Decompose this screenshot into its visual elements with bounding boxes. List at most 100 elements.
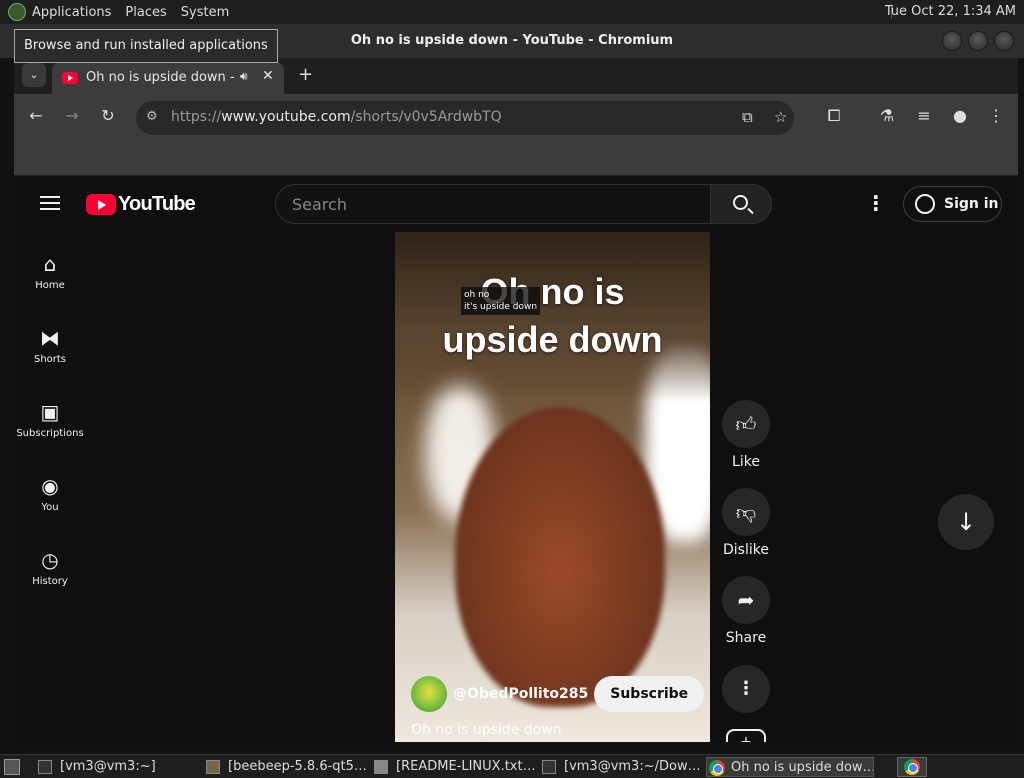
install-app-icon[interactable]: ⧉ [742, 108, 753, 126]
guide-label-subscriptions: Subscriptions [16, 428, 84, 439]
dislike-button[interactable]: 👎︎ Dislike [722, 488, 770, 558]
guide-item-you[interactable]: ◉ You [14, 474, 86, 513]
task-label: [beebeep-5.8.6-qt5… [228, 759, 366, 774]
system-menu[interactable]: System [181, 5, 229, 20]
closed-caption: oh no it's upside down [461, 287, 541, 315]
tray-chromium-launcher[interactable] [897, 757, 927, 777]
share-arrow-icon: ➦ [722, 576, 770, 624]
youtube-wordmark: YouTube [118, 193, 196, 215]
youtube-favicon-icon [62, 72, 78, 84]
forward-icon[interactable]: → [60, 106, 84, 125]
history-icon: ◷ [41, 548, 59, 572]
labs-flask-icon[interactable]: ⚗ [875, 106, 899, 125]
guide-item-subscriptions[interactable]: ▣ Subscriptions [14, 400, 86, 439]
tab-search-button[interactable]: ⌄ [22, 63, 46, 87]
overlay-line-1: Oh no is [480, 271, 625, 312]
new-tab-button[interactable]: + [298, 64, 313, 85]
sign-in-label: Sign in [944, 196, 999, 212]
applications-menu[interactable]: Applications [32, 5, 111, 20]
short-title[interactable]: Oh no is upside down [411, 722, 562, 738]
task-label: [vm3@vm3:~/Dow… [564, 759, 701, 774]
more-actions-icon[interactable]: ⋮ [722, 665, 770, 713]
address-bar[interactable]: ⚙ https://www.youtube.com/shorts/v0v5Ard… [136, 101, 794, 135]
thumbs-down-icon: 👎︎ [722, 488, 770, 536]
reload-icon[interactable]: ↻ [96, 106, 120, 125]
close-window-button[interactable] [994, 31, 1014, 51]
toolbar-spacer [14, 142, 1018, 176]
youtube-logo[interactable]: YouTube [86, 193, 196, 216]
caption-line-1: oh no [464, 290, 490, 300]
sign-in-button[interactable]: Sign in [903, 186, 1002, 222]
guide-label-shorts: Shorts [33, 354, 67, 365]
places-menu[interactable]: Places [125, 5, 166, 20]
subscriptions-icon: ▣ [40, 400, 60, 424]
youtube-play-logo-icon [86, 194, 116, 215]
task-label: [vm3@vm3:~] [60, 759, 156, 774]
tab-strip: ⌄ Oh no is upside down - YouTube 🔊︎ ✕ + [14, 58, 1018, 94]
minimize-button[interactable] [942, 31, 962, 51]
guide-label-home: Home [35, 280, 65, 291]
task-terminal-2[interactable]: [vm3@vm3:~/Dow… [540, 757, 702, 777]
like-button[interactable]: 👍︎ Like [722, 400, 770, 470]
remix-icon[interactable]: + [726, 729, 766, 742]
extensions-icon[interactable]: ⧠ [822, 106, 846, 126]
guide-label-you: You [41, 502, 59, 513]
url-scheme: https:// [171, 109, 222, 125]
subscribe-button[interactable]: Subscribe [594, 676, 705, 712]
guide-item-home[interactable]: ⌂ Home [14, 252, 86, 291]
applications-tooltip: Browse and run installed applications [14, 29, 278, 63]
caption-line-2: it's upside down [464, 302, 538, 312]
search-placeholder: Search [292, 195, 347, 214]
chrome-menu-icon[interactable]: ⋮ [984, 106, 1008, 125]
maximize-button[interactable] [968, 31, 988, 51]
search-input[interactable]: Search [275, 184, 711, 224]
share-button[interactable]: ➦ Share [722, 576, 770, 646]
settings-kebab-icon[interactable]: · · · [872, 187, 880, 219]
terminal-icon [542, 760, 556, 774]
channel-row: @ObedPollito285 Subscribe [411, 676, 705, 712]
guide-label-history: History [32, 576, 68, 587]
thumbs-up-icon: 👍︎ [722, 400, 770, 448]
account-circle-icon [915, 194, 935, 214]
tab-title: Oh no is upside down - YouTube [86, 70, 234, 85]
task-chromium[interactable]: Oh no is upside dow… [706, 757, 874, 777]
close-tab-icon[interactable]: ✕ [262, 68, 274, 84]
show-desktop-icon[interactable] [4, 759, 20, 775]
guide-menu-icon[interactable] [40, 196, 60, 210]
site-info-icon[interactable]: ⚙ [146, 109, 158, 124]
profile-icon[interactable]: ● [948, 106, 972, 125]
panel-clock[interactable]: Tue Oct 22, 1:34 AM [885, 4, 1016, 19]
share-label: Share [725, 630, 767, 646]
guide-item-shorts[interactable]: ⧓ Shorts [14, 326, 86, 365]
chromium-icon [709, 760, 725, 776]
channel-avatar[interactable] [411, 676, 447, 712]
task-text-editor[interactable]: [README-LINUX.txt… [372, 757, 536, 777]
task-file-manager[interactable]: [beebeep-5.8.6-qt5… [204, 757, 366, 777]
next-short-icon[interactable]: ↓ [938, 494, 994, 550]
shorts-icon: ⧓ [40, 326, 60, 350]
video-frame-subject [455, 407, 665, 707]
shorts-video-player[interactable]: Oh no is upside down oh no it's upside d… [395, 232, 710, 742]
task-terminal-1[interactable]: [vm3@vm3:~] [36, 757, 196, 777]
home-icon: ⌂ [43, 252, 57, 276]
youtube-masthead: YouTube Search · · · Sign in [14, 176, 1018, 232]
folder-icon [206, 760, 220, 774]
bookmark-star-icon[interactable]: ☆ [774, 108, 787, 126]
speaker-icon[interactable]: 🔊︎ [240, 69, 248, 84]
chromium-icon [904, 759, 920, 775]
bottom-taskbar: [vm3@vm3:~] [beebeep-5.8.6-qt5… [README-… [0, 754, 1024, 778]
media-controls-icon[interactable]: ≡ [912, 106, 936, 125]
tab-youtube-short[interactable]: Oh no is upside down - YouTube 🔊︎ ✕ [52, 62, 284, 94]
video-overlay-text: Oh no is upside down [395, 268, 710, 364]
browser-toolbar: ← → ↻ ⚙ https://www.youtube.com/shorts/v… [14, 94, 1018, 142]
distro-logo-icon[interactable] [8, 3, 26, 21]
url-host: www.youtube.com [221, 109, 351, 125]
guide-item-history[interactable]: ◷ History [14, 548, 86, 587]
search-button[interactable] [710, 184, 772, 224]
url-text[interactable]: https://www.youtube.com/shorts/v0v5Ardwb… [171, 109, 502, 125]
back-icon[interactable]: ← [24, 106, 48, 125]
like-label: Like [732, 454, 760, 470]
channel-handle[interactable]: @ObedPollito285 [453, 686, 588, 702]
overlay-line-2: upside down [442, 319, 663, 360]
task-label: Oh no is upside dow… [731, 760, 874, 775]
